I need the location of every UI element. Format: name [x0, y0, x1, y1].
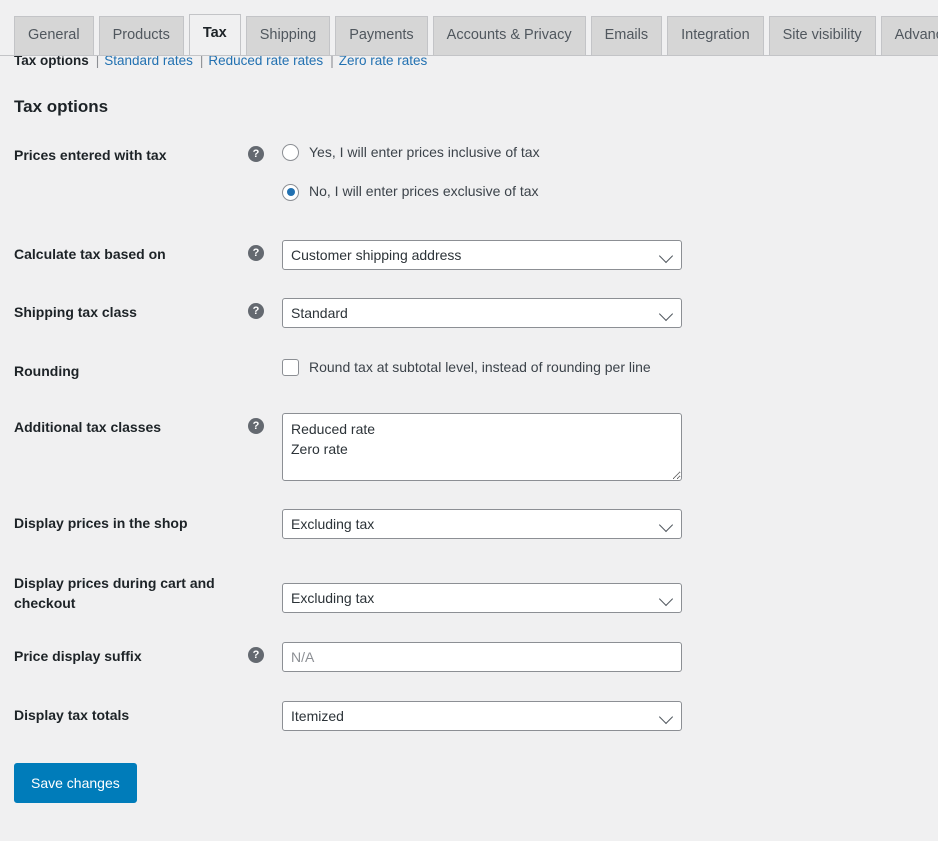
label-price-display-suffix: Price display suffix [14, 647, 142, 664]
tab-shipping[interactable]: Shipping [245, 16, 331, 55]
save-changes-button[interactable]: Save changes [14, 762, 137, 803]
tab-tax[interactable]: Tax [188, 14, 241, 55]
label-shipping-tax-class: Shipping tax class [14, 303, 137, 320]
field-prices-entered-with-tax: ? Yes, I will enter prices inclusive of … [248, 141, 938, 202]
tab-integration[interactable]: Integration [667, 16, 764, 55]
label-display-prices-cart-checkout: Display prices during cart and checkout [14, 575, 215, 612]
settings-tab-bar: General Products Tax Shipping Payments Accoun… [0, 0, 938, 56]
field-price-display-suffix: ? [248, 641, 938, 672]
tab-general[interactable]: General [14, 16, 94, 55]
label-display-tax-totals: Display tax totals [14, 706, 130, 723]
tab-bar-divider [0, 55, 938, 56]
row-prices-entered-with-tax: Prices entered with tax ? Yes, I will en… [14, 141, 938, 202]
select-calculate-tax-based-on[interactable]: Customer shipping address [282, 239, 682, 270]
label-display-prices-in-the-shop: Display prices in the shop [14, 515, 188, 532]
field-display-tax-totals: Itemized [248, 700, 938, 731]
tab-accounts-privacy[interactable]: Accounts & Privacy [432, 16, 586, 55]
row-price-display-suffix: Price display suffix ? [14, 641, 938, 672]
select-wrapper-display-prices-cart-checkout: Excluding tax [282, 583, 682, 614]
save-bar: Save changes [0, 762, 938, 803]
field-additional-tax-classes: ? Reduced rate Zero rate [248, 413, 938, 482]
select-wrapper-display-prices-in-the-shop: Excluding tax [282, 509, 682, 540]
radio-icon-inclusive[interactable] [282, 143, 299, 161]
field-display-prices-cart-checkout: Excluding tax [248, 569, 938, 614]
label-calculate-tax-based-on: Calculate tax based on [14, 245, 166, 262]
label-prices-entered-with-tax: Prices entered with tax [14, 146, 167, 163]
tab-advanced[interactable]: Advanced [880, 16, 938, 55]
help-icon[interactable]: ? [248, 145, 264, 162]
select-wrapper-shipping-tax-class: Standard [282, 297, 682, 328]
row-shipping-tax-class: Shipping tax class ? Standard [14, 297, 938, 328]
field-rounding: Round tax at subtotal level, instead of … [248, 357, 938, 376]
textarea-additional-tax-classes[interactable]: Reduced rate Zero rate [282, 413, 682, 482]
label-rounding: Rounding [14, 362, 80, 379]
radio-label-exclusive: No, I will enter prices exclusive of tax [309, 183, 539, 200]
help-icon[interactable]: ? [248, 418, 264, 435]
label-additional-tax-classes: Additional tax classes [14, 419, 162, 436]
select-wrapper-display-tax-totals: Itemized [282, 700, 682, 731]
radio-group-prices-entered-with-tax: Yes, I will enter prices inclusive of ta… [282, 143, 540, 202]
input-price-display-suffix[interactable] [282, 641, 682, 672]
tax-options-form: Prices entered with tax ? Yes, I will en… [0, 141, 938, 731]
select-display-tax-totals[interactable]: Itemized [282, 700, 682, 731]
radio-label-inclusive: Yes, I will enter prices inclusive of ta… [309, 143, 540, 160]
row-display-prices-cart-checkout: Display prices during cart and checkout … [14, 569, 938, 614]
tab-emails[interactable]: Emails [590, 16, 663, 55]
checkbox-icon-rounding[interactable] [282, 358, 299, 376]
radio-icon-exclusive[interactable] [282, 183, 299, 201]
settings-tabs: General Products Tax Shipping Payments Accoun… [14, 14, 938, 55]
row-additional-tax-classes: Additional tax classes ? Reduced rate Ze… [14, 413, 938, 482]
checkbox-row-rounding[interactable]: Round tax at subtotal level, instead of … [282, 358, 651, 376]
help-icon[interactable]: ? [248, 244, 264, 261]
radio-option-inclusive[interactable]: Yes, I will enter prices inclusive of ta… [282, 143, 540, 163]
help-icon[interactable]: ? [248, 302, 264, 319]
select-display-prices-in-the-shop[interactable]: Excluding tax [282, 509, 682, 540]
select-wrapper-calculate-tax-based-on: Customer shipping address [282, 239, 682, 270]
select-display-prices-cart-checkout[interactable]: Excluding tax [282, 583, 682, 614]
select-shipping-tax-class[interactable]: Standard [282, 297, 682, 328]
tab-payments[interactable]: Payments [335, 16, 428, 55]
row-display-tax-totals: Display tax totals Itemized [14, 700, 938, 731]
radio-option-exclusive[interactable]: No, I will enter prices exclusive of tax [282, 182, 540, 202]
row-display-prices-in-the-shop: Display prices in the shop Excluding tax [14, 509, 938, 540]
tab-products[interactable]: Products [98, 16, 184, 55]
row-calculate-tax-based-on: Calculate tax based on ? Customer shippi… [14, 239, 938, 270]
field-calculate-tax-based-on: ? Customer shipping address [248, 239, 938, 270]
checkbox-label-rounding: Round tax at subtotal level, instead of … [309, 359, 651, 376]
row-rounding: Rounding Round tax at subtotal level, in… [14, 357, 938, 381]
field-shipping-tax-class: ? Standard [248, 297, 938, 328]
field-display-prices-in-the-shop: Excluding tax [248, 509, 938, 540]
tab-site-visibility[interactable]: Site visibility [768, 16, 876, 55]
help-icon[interactable]: ? [248, 646, 264, 663]
page-title: Tax options [14, 96, 109, 116]
